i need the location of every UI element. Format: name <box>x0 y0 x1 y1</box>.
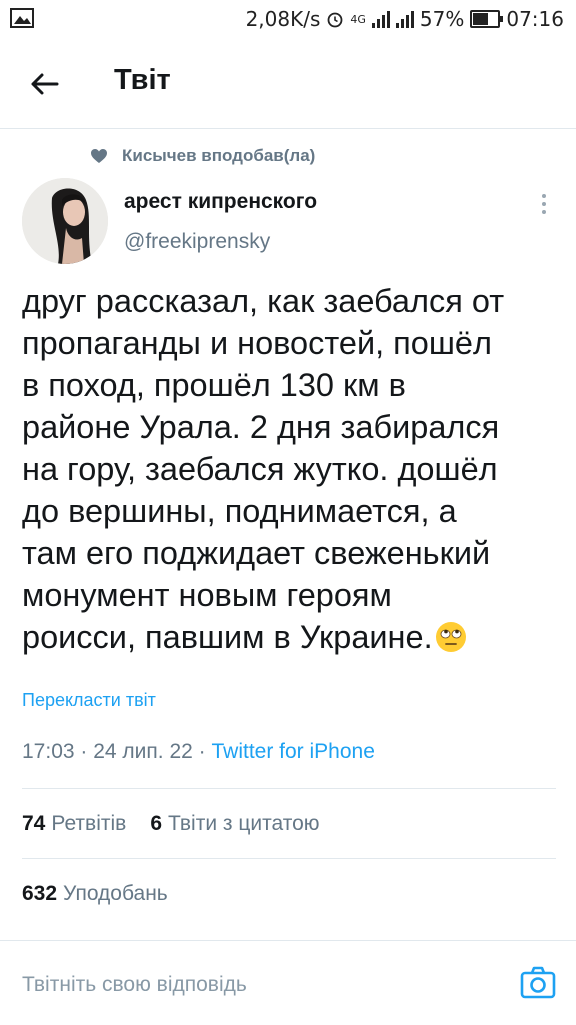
quotes-label[interactable]: Твіти з цитатою <box>168 812 320 836</box>
heart-icon <box>91 149 107 163</box>
tweet-line: пропаганды и новостей, пошёл <box>22 325 492 361</box>
tweet-line: там его поджидает свеженький <box>22 535 491 571</box>
tweet-source[interactable]: Twitter for iPhone <box>211 740 374 763</box>
retweets-label[interactable]: Ретвітів <box>51 812 126 836</box>
tweet-text: друг рассказал, как заебался от пропаган… <box>22 280 562 658</box>
retweets-count[interactable]: 74 <box>22 812 45 836</box>
alarm-icon <box>327 12 343 28</box>
tweet-line: районе Урала. 2 дня забирался <box>22 409 500 445</box>
meta-separator: · <box>198 740 212 763</box>
stats-row: 74 Ретвітів 6 Твіти з цитатою <box>22 812 320 836</box>
avatar[interactable] <box>22 178 108 264</box>
tweet-line: на гору, заебался жутко. дошёл <box>22 451 498 487</box>
back-button[interactable] <box>22 62 66 106</box>
reply-bar: Твітніть свою відповідь <box>0 940 576 1025</box>
tweet-time: 17:03 <box>22 740 75 763</box>
status-right: 2,08K/s 4G 57% 07:16 <box>246 6 564 32</box>
more-icon[interactable] <box>534 190 554 218</box>
eye-roll-emoji <box>435 622 466 652</box>
author-handle[interactable]: @freekiprensky <box>124 230 270 254</box>
signal-icon-2 <box>395 10 414 28</box>
tweet-last-line: роисси, павшим в Украине. <box>22 616 562 658</box>
author-name[interactable]: арест кипренского <box>124 190 317 214</box>
meta-separator: · <box>80 740 94 763</box>
clock: 07:16 <box>506 7 564 31</box>
battery-icon <box>470 10 504 28</box>
tweet-meta: 17:03 · 24 лип. 22 · Twitter for iPhone <box>22 740 375 764</box>
tweet-line: друг рассказал, как заебался от <box>22 283 505 319</box>
image-icon <box>10 8 34 28</box>
likes-label[interactable]: Уподобань <box>63 882 168 906</box>
network-type: 4G <box>350 12 366 26</box>
tweet-line: в поход, прошёл 130 км в <box>22 367 406 403</box>
battery-percent: 57% <box>419 7 465 31</box>
likes-count[interactable]: 632 <box>22 882 57 906</box>
translate-link[interactable]: Перекласти твіт <box>22 690 156 711</box>
top-bar: Твіт <box>0 40 576 129</box>
tweet-date: 24 лип. 22 <box>93 740 193 763</box>
network-speed: 2,08K/s <box>245 7 321 31</box>
camera-icon[interactable] <box>520 965 556 999</box>
signal-icon <box>371 10 390 28</box>
divider <box>22 858 556 859</box>
back-arrow-icon <box>31 73 59 95</box>
likes-row: 632 Уподобань <box>22 882 168 906</box>
page-title: Твіт <box>114 64 171 96</box>
divider <box>22 788 556 789</box>
avatar-image <box>22 178 108 264</box>
social-context[interactable]: Кисычев вподобав(ла) <box>90 146 315 166</box>
reply-input[interactable]: Твітніть свою відповідь <box>22 973 247 997</box>
liked-by-text: Кисычев вподобав(ла) <box>122 146 316 165</box>
tweet-line: до вершины, поднимается, а <box>22 493 457 529</box>
status-bar: 2,08K/s 4G 57% 07:16 <box>0 0 576 40</box>
quotes-count[interactable]: 6 <box>150 812 162 836</box>
tweet-line: монумент новым героям <box>22 577 392 613</box>
tweet-line: роисси, павшим в Украине. <box>22 619 433 655</box>
